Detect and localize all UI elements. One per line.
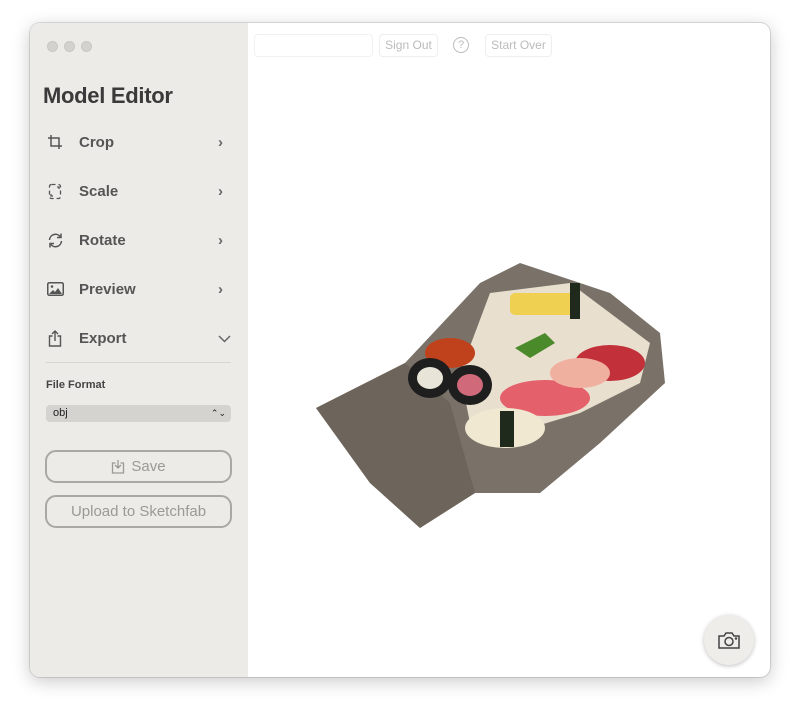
chevron-right-icon: › bbox=[218, 133, 223, 151]
sidebar-item-label: Scale bbox=[79, 182, 119, 200]
minimize-window-button[interactable] bbox=[64, 41, 75, 52]
chevron-right-icon: › bbox=[218, 231, 223, 249]
file-format-select[interactable]: obj ⌃⌄ bbox=[46, 405, 231, 422]
sidebar-item-scale[interactable]: Scale › bbox=[46, 176, 232, 206]
sidebar-item-label: Export bbox=[79, 329, 127, 347]
chevron-down-icon bbox=[218, 330, 232, 347]
sidebar-item-rotate[interactable]: Rotate › bbox=[46, 225, 232, 255]
share-icon bbox=[46, 329, 64, 347]
save-button[interactable]: Save bbox=[45, 450, 232, 483]
sidebar-item-crop[interactable]: Crop › bbox=[46, 127, 232, 157]
sidebar: Model Editor Crop › Scale › Rotate › Pre… bbox=[30, 23, 248, 677]
camera-icon bbox=[718, 631, 740, 649]
image-icon bbox=[46, 280, 64, 298]
crop-icon bbox=[46, 133, 64, 151]
chevron-right-icon: › bbox=[218, 280, 223, 298]
save-icon bbox=[112, 460, 125, 474]
chevron-right-icon: › bbox=[218, 182, 223, 200]
page-title: Model Editor bbox=[43, 83, 173, 108]
sign-out-button[interactable]: Sign Out bbox=[379, 34, 438, 57]
sidebar-item-export[interactable]: Export bbox=[46, 323, 232, 353]
up-down-chevron-icon: ⌃⌄ bbox=[210, 408, 226, 418]
tamago bbox=[510, 293, 580, 315]
search-input[interactable] bbox=[254, 34, 373, 57]
rotate-icon bbox=[46, 231, 64, 249]
upload-to-sketchfab-button[interactable]: Upload to Sketchfab bbox=[45, 495, 232, 528]
help-icon[interactable]: ? bbox=[453, 37, 469, 53]
zoom-window-button[interactable] bbox=[81, 41, 92, 52]
upload-label: Upload to Sketchfab bbox=[70, 503, 207, 520]
start-over-button[interactable]: Start Over bbox=[485, 34, 552, 57]
snapshot-button[interactable] bbox=[704, 615, 754, 665]
window-controls bbox=[47, 41, 92, 52]
sidebar-item-label: Crop bbox=[79, 133, 114, 151]
sidebar-item-preview[interactable]: Preview › bbox=[46, 274, 232, 304]
app-window: Model Editor Crop › Scale › Rotate › Pre… bbox=[30, 23, 770, 677]
save-label: Save bbox=[131, 458, 166, 475]
file-format-value: obj bbox=[53, 407, 68, 419]
file-format-label: File Format bbox=[46, 379, 106, 391]
scale-icon bbox=[46, 182, 64, 200]
sidebar-item-label: Preview bbox=[79, 280, 136, 298]
divider bbox=[46, 362, 231, 363]
3d-model-preview[interactable] bbox=[310, 253, 670, 533]
close-window-button[interactable] bbox=[47, 41, 58, 52]
sidebar-item-label: Rotate bbox=[79, 231, 126, 249]
